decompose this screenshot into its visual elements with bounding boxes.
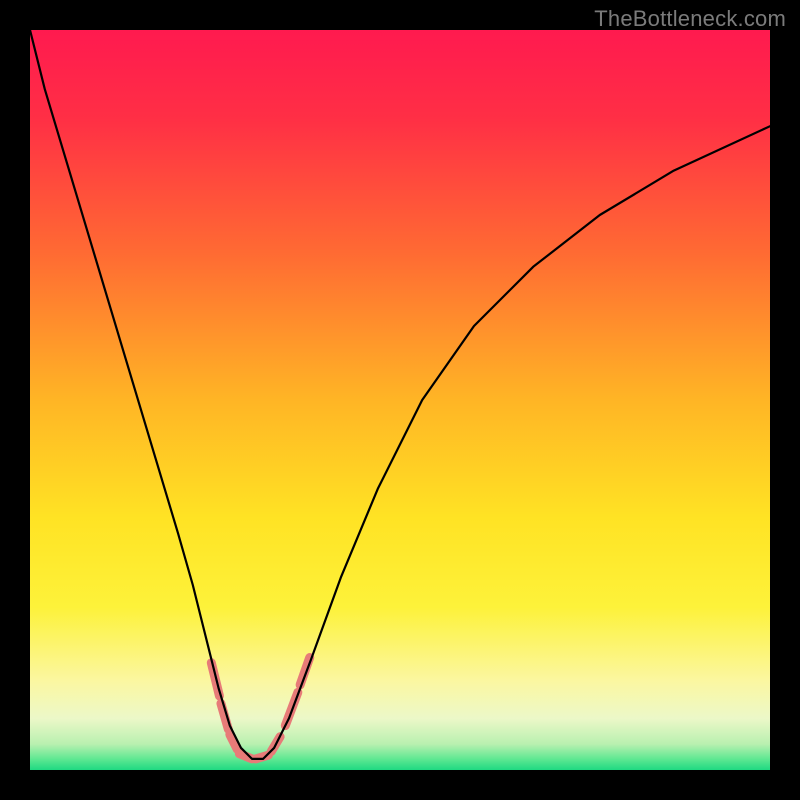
plot-area — [30, 30, 770, 770]
chart-frame: TheBottleneck.com — [0, 0, 800, 800]
bottleneck-chart — [30, 30, 770, 770]
gradient-background — [30, 30, 770, 770]
watermark-text: TheBottleneck.com — [594, 6, 786, 32]
